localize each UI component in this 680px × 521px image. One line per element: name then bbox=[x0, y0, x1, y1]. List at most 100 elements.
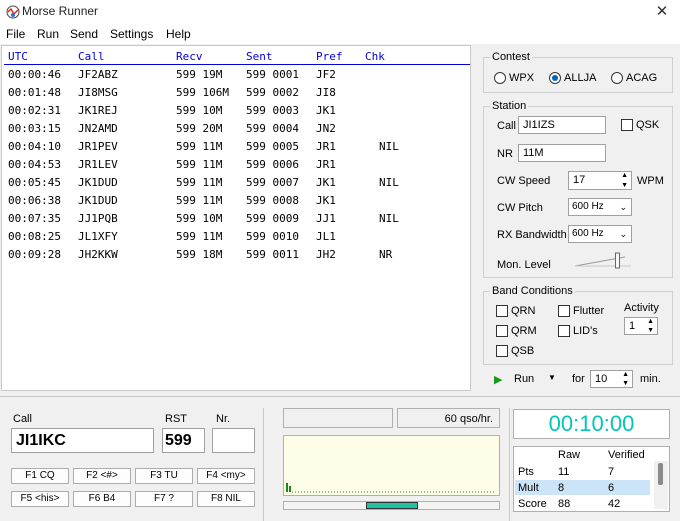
log-header-call[interactable]: Call bbox=[78, 50, 105, 64]
log-header-chk[interactable]: Chk bbox=[365, 50, 385, 64]
chevron-down-icon[interactable]: ▼ bbox=[548, 373, 556, 382]
run-button[interactable]: ▶ Run ▼ bbox=[492, 372, 562, 388]
log-cell-call: JK1REJ bbox=[78, 104, 118, 117]
qso-log[interactable]: UTC Call Recv Sent Pref Chk 00:00:46 JF2A… bbox=[1, 45, 471, 391]
log-header-sent[interactable]: Sent bbox=[246, 50, 273, 64]
f7-button[interactable]: F7 ? bbox=[135, 491, 193, 507]
log-row[interactable]: 00:05:45 JK1DUD 599 11M 599 0007 JK1 NIL bbox=[2, 174, 472, 192]
log-row[interactable]: 00:04:10 JR1PEV 599 11M 599 0005 JR1 NIL bbox=[2, 138, 472, 156]
activity-stepper[interactable]: 1 ▲ ▼ bbox=[624, 317, 658, 335]
station-call-field[interactable]: JI1IZS bbox=[518, 116, 606, 134]
log-cell-utc: 00:03:15 bbox=[8, 122, 61, 135]
rx-bandwidth-select[interactable]: 600 Hz ⌄ bbox=[568, 225, 632, 243]
log-cell-recv: 599 10M bbox=[176, 212, 223, 225]
contest-radio-acag[interactable] bbox=[611, 72, 623, 84]
entry-call-input[interactable]: JI1IKC bbox=[11, 428, 154, 453]
spin-down-icon[interactable]: ▼ bbox=[647, 327, 654, 334]
entry-nr-input[interactable] bbox=[212, 428, 255, 453]
menu-file[interactable]: File bbox=[6, 27, 25, 41]
log-row[interactable]: 00:07:35 JJ1PQB 599 10M 599 0009 JJ1 NIL bbox=[2, 210, 472, 228]
qsk-checkbox[interactable] bbox=[621, 119, 633, 131]
log-cell-pref: JH2 bbox=[316, 248, 336, 261]
score-scrollbar[interactable] bbox=[654, 461, 668, 509]
log-cell-sent: 599 0002 bbox=[246, 86, 299, 99]
menu-run[interactable]: Run bbox=[37, 27, 59, 41]
station-nr-label: NR bbox=[497, 148, 513, 160]
menu-bar: File Run Send Settings Help bbox=[0, 24, 680, 44]
score-header-raw: Raw bbox=[558, 449, 581, 461]
log-row[interactable]: 00:01:48 JI8MSG 599 106M 599 0002 JI8 bbox=[2, 84, 472, 102]
log-row[interactable]: 00:06:38 JK1DUD 599 11M 599 0008 JK1 bbox=[2, 192, 472, 210]
score-verified-score: 42 bbox=[608, 498, 621, 510]
f3-button[interactable]: F3 TU bbox=[135, 468, 193, 484]
log-cell-sent: 599 0009 bbox=[246, 212, 299, 225]
f4-button[interactable]: F4 <my> bbox=[197, 468, 255, 484]
f6-button[interactable]: F6 B4 bbox=[73, 491, 131, 507]
log-row[interactable]: 00:04:53 JR1LEV 599 11M 599 0006 JR1 bbox=[2, 156, 472, 174]
contest-radio-allja[interactable] bbox=[549, 72, 561, 84]
log-cell-recv: 599 18M bbox=[176, 248, 223, 261]
cw-pitch-select[interactable]: 600 Hz ⌄ bbox=[568, 198, 632, 216]
log-cell-recv: 599 11M bbox=[176, 158, 223, 171]
qsb-checkbox[interactable] bbox=[496, 345, 508, 357]
f8-button[interactable]: F8 NIL bbox=[197, 491, 255, 507]
contest-radio-wpx[interactable] bbox=[494, 72, 506, 84]
score-scroll-thumb[interactable] bbox=[658, 463, 663, 485]
log-cell-sent: 599 0003 bbox=[246, 104, 299, 117]
rate-panel: 60 qso/hr. bbox=[397, 408, 500, 428]
station-nr-field[interactable]: 11M bbox=[518, 144, 606, 162]
score-label-score: Score bbox=[518, 498, 547, 510]
progress-track bbox=[283, 501, 500, 510]
spin-up-icon[interactable]: ▲ bbox=[622, 371, 629, 378]
log-cell-chk: NIL bbox=[379, 212, 399, 225]
cw-pitch-value: 600 Hz bbox=[572, 201, 604, 212]
log-row[interactable]: 00:00:46 JF2ABZ 599 19M 599 0001 JF2 bbox=[2, 66, 472, 84]
menu-help[interactable]: Help bbox=[166, 27, 191, 41]
window-title: Morse Runner bbox=[22, 4, 99, 18]
entry-rst-input[interactable]: 599 bbox=[162, 428, 205, 453]
log-row[interactable]: 00:08:25 JL1XFY 599 11M 599 0010 JL1 bbox=[2, 228, 472, 246]
log-header-pref[interactable]: Pref bbox=[316, 50, 343, 64]
f2-button[interactable]: F2 <#> bbox=[73, 468, 131, 484]
mon-level-slider[interactable] bbox=[573, 251, 633, 271]
entry-rst-label: RST bbox=[165, 413, 187, 425]
menu-send[interactable]: Send bbox=[70, 27, 98, 41]
log-cell-sent: 599 0001 bbox=[246, 68, 299, 81]
log-cell-pref: JK1 bbox=[316, 176, 336, 189]
log-cell-pref: JL1 bbox=[316, 230, 336, 243]
mon-level-thumb[interactable] bbox=[615, 252, 620, 269]
spin-up-icon[interactable]: ▲ bbox=[621, 172, 628, 179]
log-cell-utc: 00:08:25 bbox=[8, 230, 61, 243]
spin-down-icon[interactable]: ▼ bbox=[622, 380, 629, 387]
menu-settings[interactable]: Settings bbox=[110, 27, 153, 41]
log-row[interactable]: 00:09:28 JH2KKW 599 18M 599 0011 JH2 NR bbox=[2, 246, 472, 264]
log-header-utc[interactable]: UTC bbox=[8, 50, 28, 64]
spin-up-icon[interactable]: ▲ bbox=[647, 318, 654, 325]
qrm-label: QRM bbox=[511, 325, 537, 337]
close-icon[interactable]: ✕ bbox=[652, 2, 672, 22]
f1-button[interactable]: F1 CQ bbox=[11, 468, 69, 484]
log-cell-recv: 599 106M bbox=[176, 86, 229, 99]
score-table: Raw Verified Pts 11 7 Mult 8 6 Score 88 … bbox=[513, 446, 670, 512]
log-cell-recv: 599 10M bbox=[176, 104, 223, 117]
cw-speed-stepper[interactable]: 17 ▲ ▼ bbox=[568, 171, 632, 190]
log-cell-chk: NR bbox=[379, 248, 393, 261]
spin-down-icon[interactable]: ▼ bbox=[621, 182, 628, 189]
qrm-checkbox[interactable] bbox=[496, 325, 508, 337]
qrn-checkbox[interactable] bbox=[496, 305, 508, 317]
log-cell-call: JN2AMD bbox=[78, 122, 118, 135]
f5-button[interactable]: F5 <his> bbox=[11, 491, 69, 507]
lids-checkbox[interactable] bbox=[558, 325, 570, 337]
wpm-label: WPM bbox=[637, 175, 664, 187]
log-row[interactable]: 00:02:31 JK1REJ 599 10M 599 0003 JK1 bbox=[2, 102, 472, 120]
band-conditions-title: Band Conditions bbox=[490, 285, 575, 297]
minutes-stepper[interactable]: 10 ▲ ▼ bbox=[590, 370, 633, 388]
elapsed-timer: 00:10:00 bbox=[513, 409, 670, 439]
flutter-checkbox[interactable] bbox=[558, 305, 570, 317]
log-row[interactable]: 00:03:15 JN2AMD 599 20M 599 0004 JN2 bbox=[2, 120, 472, 138]
log-header-recv[interactable]: Recv bbox=[176, 50, 203, 64]
signal-meter bbox=[286, 483, 496, 493]
log-cell-sent: 599 0010 bbox=[246, 230, 299, 243]
log-cell-sent: 599 0004 bbox=[246, 122, 299, 135]
cw-pitch-label: CW Pitch bbox=[497, 202, 543, 214]
